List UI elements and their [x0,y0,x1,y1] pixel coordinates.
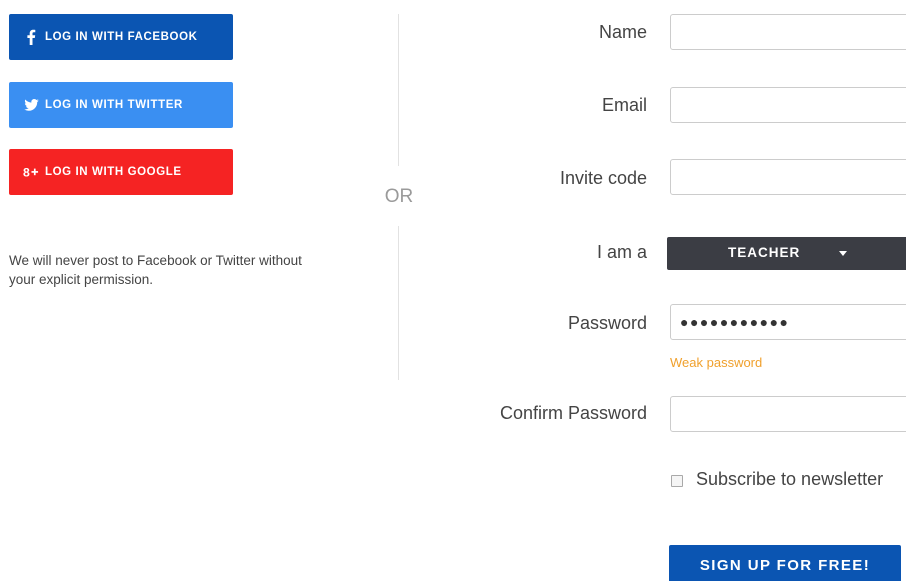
divider-line-bottom [398,226,399,380]
facebook-icon [23,29,39,45]
or-separator: OR [384,186,414,207]
caret-down-icon [839,251,847,256]
password-strength-hint: Weak password [670,355,763,370]
invite-code-label: Invite code [559,168,647,188]
newsletter-label[interactable]: Subscribe to newsletter [696,469,883,490]
google-plus-icon: 8 [23,164,39,180]
password-input[interactable]: ●●●●●●●●●●● [670,304,906,340]
role-label: I am a [596,242,647,262]
social-disclaimer: We will never post to Facebook or Twitte… [9,253,302,287]
email-input[interactable] [670,87,906,123]
name-input[interactable] [670,14,906,50]
invite-code-input[interactable] [670,159,906,195]
confirm-password-label: Confirm Password [499,403,647,423]
twitter-login-button[interactable]: LOG IN WITH TWITTER [9,82,233,128]
signup-button[interactable]: SIGN UP FOR FREE! [669,545,901,581]
password-masked-value: ●●●●●●●●●●● [680,314,790,330]
svg-text:8: 8 [23,166,30,179]
twitter-login-label: LOG IN WITH TWITTER [45,99,183,111]
twitter-icon [23,97,39,113]
google-login-button[interactable]: 8 LOG IN WITH GOOGLE [9,149,233,195]
password-label: Password [567,313,647,333]
newsletter-checkbox[interactable] [671,475,683,487]
name-label: Name [598,22,647,42]
facebook-login-label: LOG IN WITH FACEBOOK [45,31,198,43]
signup-page: LOG IN WITH FACEBOOK LOG IN WITH TWITTER… [0,0,906,581]
divider-line-top [398,14,399,166]
role-dropdown[interactable]: TEACHER [667,237,906,270]
confirm-password-input[interactable] [670,396,906,432]
role-selected-value: TEACHER [728,245,801,260]
google-login-label: LOG IN WITH GOOGLE [45,166,182,178]
facebook-login-button[interactable]: LOG IN WITH FACEBOOK [9,14,233,60]
email-label: Email [601,95,647,115]
